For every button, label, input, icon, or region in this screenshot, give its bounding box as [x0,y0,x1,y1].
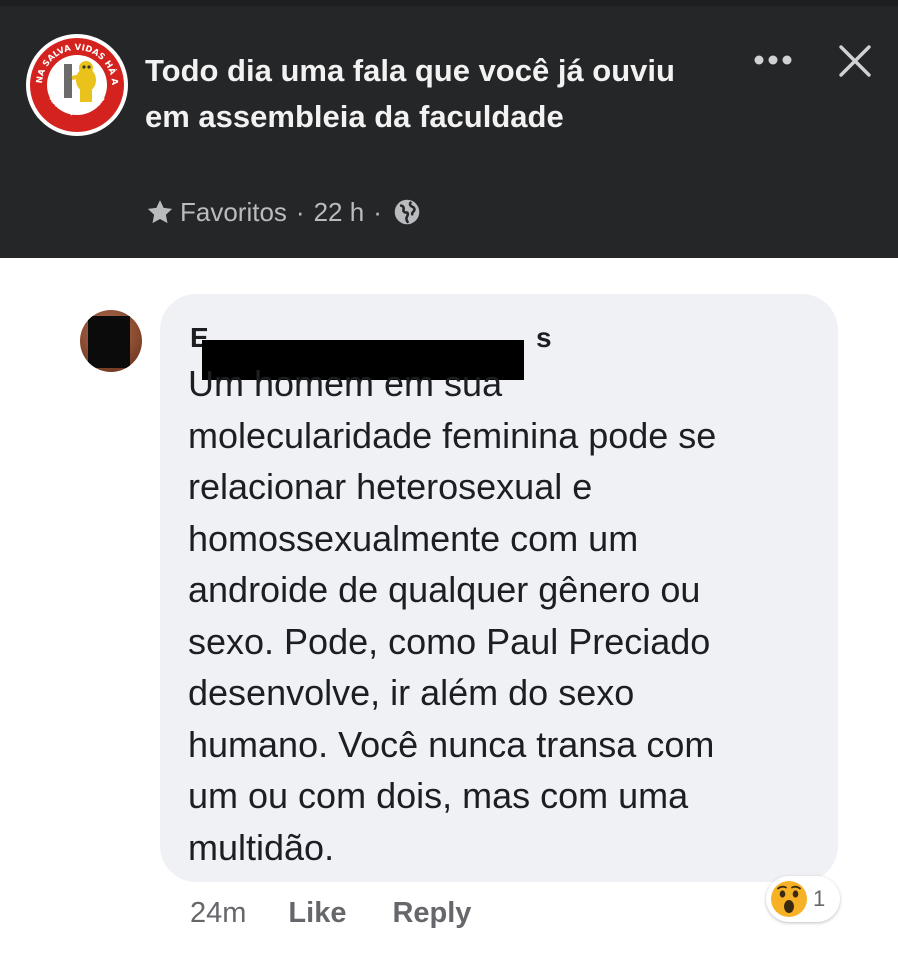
author-name-last-letter: s [536,322,552,353]
comment-actions: 24m Like Reply [190,893,517,933]
facebook-post-screen: VACINA SALVA VIDAS HÁ ANOS NÃO SEJA IMBE… [0,0,898,960]
commenter-avatar[interactable] [80,310,142,372]
close-icon [839,45,871,77]
post-title[interactable]: Todo dia uma fala que você já ouviu em a… [145,48,705,140]
post-header: VACINA SALVA VIDAS HÁ ANOS NÃO SEJA IMBE… [0,0,898,258]
comment-bubble: E s Um homem em sua molecularidade femin… [160,294,838,882]
reaction-count: 1 [813,886,826,911]
page-logo[interactable]: VACINA SALVA VIDAS HÁ ANOS NÃO SEJA IMBE… [26,34,128,136]
like-button[interactable]: Like [288,897,346,930]
star-icon [145,197,175,227]
logo-figure [64,61,96,102]
avatar-censor [88,316,130,368]
meta-separator: · [373,196,382,227]
comment-author-name[interactable]: E s [190,320,552,380]
comment-timestamp[interactable]: 24m [190,897,246,930]
post-meta: Favoritos · 22 h · [145,192,421,232]
wow-reaction-icon [769,879,809,919]
comment-text: Um homem em sua molecularidade feminina … [188,363,717,868]
globe-icon [393,198,421,226]
status-strip [0,0,898,6]
reaction-summary[interactable]: 1 [766,876,840,922]
more-options-button[interactable] [748,40,798,80]
post-time[interactable]: 22 h [314,197,365,228]
meta-separator: · [295,196,305,227]
more-icon [754,55,792,65]
page-logo-graphic: VACINA SALVA VIDAS HÁ ANOS NÃO SEJA IMBE… [26,34,126,134]
reply-button[interactable]: Reply [392,897,471,930]
category-label[interactable]: Favoritos [180,197,287,228]
close-button[interactable] [830,36,880,86]
